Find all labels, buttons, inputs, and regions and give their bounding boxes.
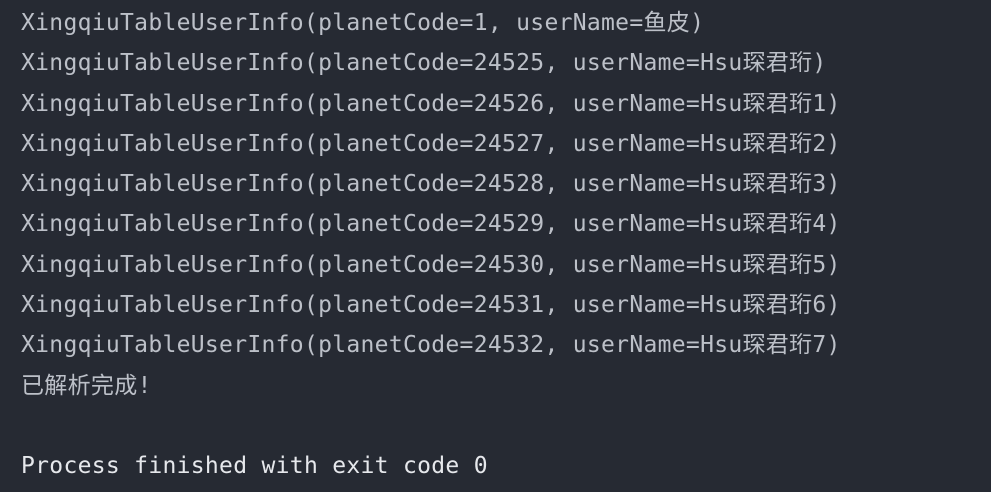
output-line: XingqiuTableUserInfo(planetCode=24530, u… [21,251,841,278]
output-line: XingqiuTableUserInfo(planetCode=24525, u… [21,50,827,77]
output-line: XingqiuTableUserInfo(planetCode=24527, u… [21,130,841,157]
output-line: XingqiuTableUserInfo(planetCode=24528, u… [21,171,841,198]
output-line: XingqiuTableUserInfo(planetCode=24532, u… [21,332,841,359]
output-line: XingqiuTableUserInfo(planetCode=24529, u… [21,211,841,238]
output-line: 已解析完成! [21,372,152,399]
output-line: XingqiuTableUserInfo(planetCode=1, userN… [21,10,705,36]
process-exit-message: Process finished with exit code 0 [21,453,488,480]
output-line: XingqiuTableUserInfo(planetCode=24531, u… [21,292,841,319]
output-line: XingqiuTableUserInfo(planetCode=24526, u… [21,90,841,117]
console-output[interactable]: XingqiuTableUserInfo(planetCode=1, userN… [0,0,991,492]
